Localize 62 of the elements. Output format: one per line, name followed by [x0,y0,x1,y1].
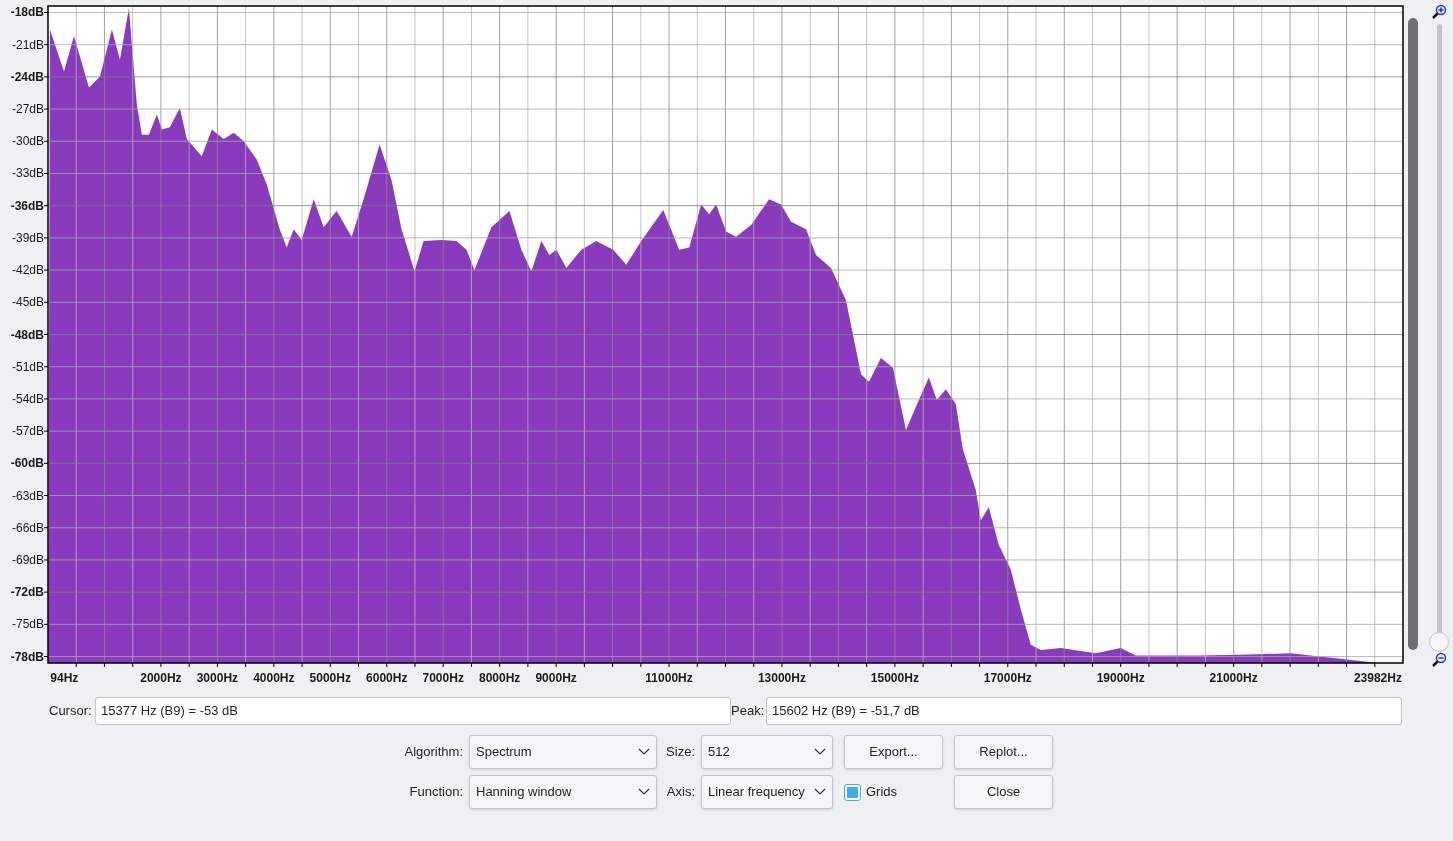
y-axis-label: -45dB [11,295,44,310]
zoom-slider-thumb[interactable] [1429,632,1449,652]
close-button[interactable]: Close [954,775,1053,809]
y-axis-label: -42dB [11,263,44,278]
scrollbar-thumb[interactable] [1408,18,1418,650]
y-axis-label: -75dB [11,617,44,632]
peak-field: 15602 Hz (B9) = -51,7 dB [766,697,1402,725]
x-axis-label: 8000Hz [479,671,521,685]
x-axis-label: 9000Hz [535,671,577,685]
x-axis-label: 13000Hz [757,671,806,685]
y-axis-label: -51dB [11,359,44,374]
y-axis-label: -27dB [11,102,44,117]
cursor-field: 15377 Hz (B9) = -53 dB [95,697,731,725]
x-axis-label: 23982Hz [1353,671,1402,685]
x-axis-label: 2000Hz [140,671,182,685]
field-label: Axis: [665,783,696,802]
grids-label: Grids [866,783,898,802]
y-axis-label: -60dB [10,456,44,471]
x-axis-label: 7000Hz [422,671,464,685]
y-axis-label: -54dB [11,391,44,406]
zoom-out-icon[interactable] [1431,652,1447,668]
y-axis-label: -48dB [10,327,44,342]
cursor-label: Cursor: [49,702,93,721]
y-axis-label: -57dB [11,424,44,439]
zoom-in-icon[interactable] [1431,4,1447,20]
y-axis-label: -72dB [10,585,44,600]
dropdown[interactable]: Spectrum [469,735,657,769]
x-axis-label: 5000Hz [309,671,351,685]
x-axis-label: 4000Hz [253,671,295,685]
chevron-down-icon [638,788,650,796]
x-axis-label: 15000Hz [870,671,919,685]
chevron-down-icon [814,748,826,756]
x-axis-label: 19000Hz [1096,671,1145,685]
x-axis-label: 11000Hz [645,671,693,685]
y-axis-label: -78dB [10,649,44,664]
y-axis-label: -18dB [10,5,44,20]
y-axis-label: -63dB [11,488,44,503]
x-axis-label: 3000Hz [196,671,239,685]
export-button[interactable]: Export... [844,735,943,769]
field-label: Algorithm: [403,743,464,762]
y-axis-label: -69dB [11,552,44,567]
y-axis-label: -36dB [10,198,44,213]
field-label: Function: [408,783,464,802]
y-axis-label: -24dB [10,69,44,84]
x-axis-label: 6000Hz [366,671,408,685]
x-axis-label: 94Hz [50,671,79,685]
dropdown[interactable]: 512 [701,735,833,769]
y-axis-label: -21dB [11,37,44,52]
y-axis-label: -66dB [11,520,44,535]
dropdown[interactable]: Linear frequency [701,775,833,809]
replot-button[interactable]: Replot... [954,735,1053,769]
chevron-down-icon [638,748,650,756]
y-axis-label: -39dB [11,230,44,245]
y-axis-label: -30dB [11,134,44,149]
y-axis-label: -33dB [11,166,44,181]
field-label: Size: [665,743,696,762]
grids-checkbox[interactable] [844,783,861,801]
peak-label: Peak: [731,702,766,721]
x-axis-label: 17000Hz [983,671,1032,685]
dropdown[interactable]: Hanning window [469,775,657,809]
chevron-down-icon [814,788,826,796]
x-axis-label: 21000Hz [1209,671,1258,685]
